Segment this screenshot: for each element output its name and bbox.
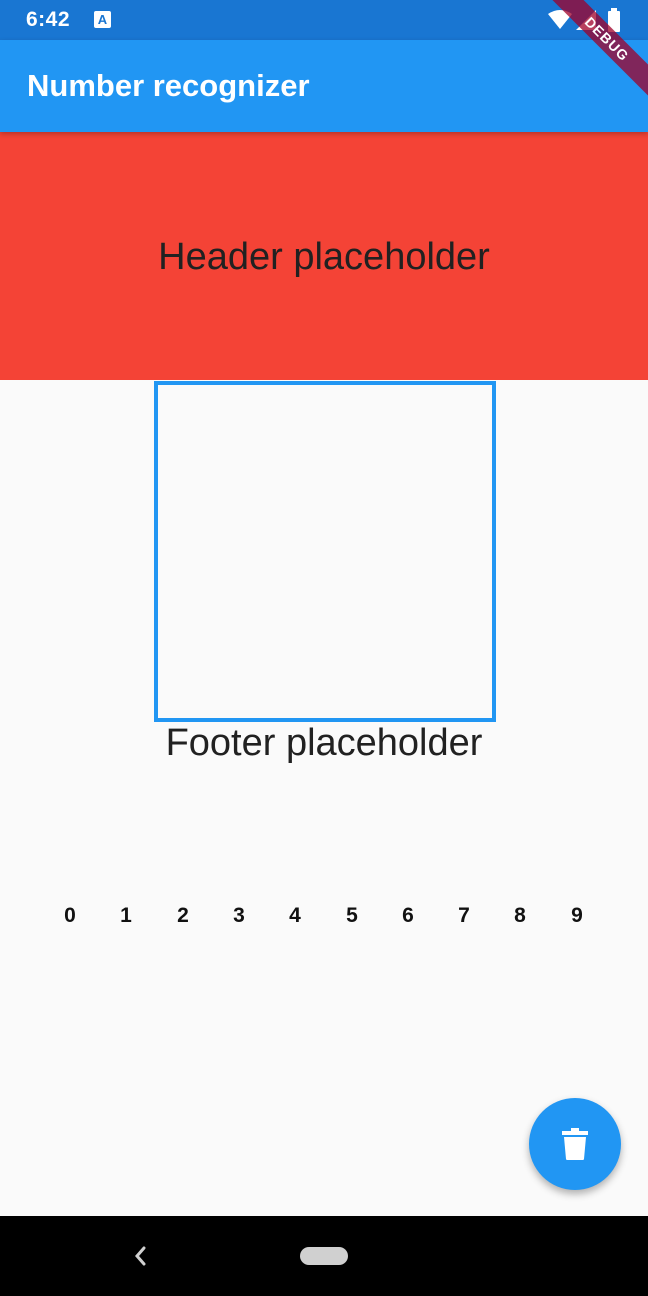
status-time: 6:42	[26, 8, 71, 31]
digit-label: 9	[571, 904, 583, 927]
wifi-icon	[548, 10, 572, 35]
header-placeholder-text: Header placeholder	[158, 236, 490, 278]
home-pill[interactable]	[300, 1247, 348, 1265]
trash-icon	[562, 1128, 588, 1160]
digit-label: 2	[177, 904, 189, 927]
digit-label: 6	[402, 904, 414, 927]
system-nav-bar	[0, 1216, 648, 1296]
digit-label: 3	[233, 904, 245, 927]
battery-icon	[608, 8, 620, 37]
digit-label: 8	[514, 904, 526, 927]
a-notification-icon: A	[94, 11, 111, 28]
signal-icon	[576, 10, 596, 35]
clear-canvas-button[interactable]	[529, 1098, 621, 1190]
footer-placeholder-text: Footer placeholder	[165, 722, 483, 764]
app-title: Number recognizer	[27, 68, 310, 103]
digit-label: 5	[346, 904, 358, 927]
app-screen: 6:42 A Number recognizer DEBUG Header pl…	[0, 0, 648, 1296]
back-icon[interactable]	[132, 1244, 148, 1273]
drawing-canvas[interactable]	[154, 381, 496, 722]
status-bar: 6:42 A	[0, 0, 648, 40]
digit-label: 7	[458, 904, 470, 927]
digit-label: 4	[289, 904, 301, 927]
digits-row: 0 1 2 3 4 5 6 7 8 9	[42, 904, 606, 934]
digit-label: 0	[64, 904, 76, 927]
header-section: Header placeholder	[0, 132, 648, 380]
digit-label: 1	[120, 904, 132, 927]
app-bar: Number recognizer	[0, 40, 648, 132]
